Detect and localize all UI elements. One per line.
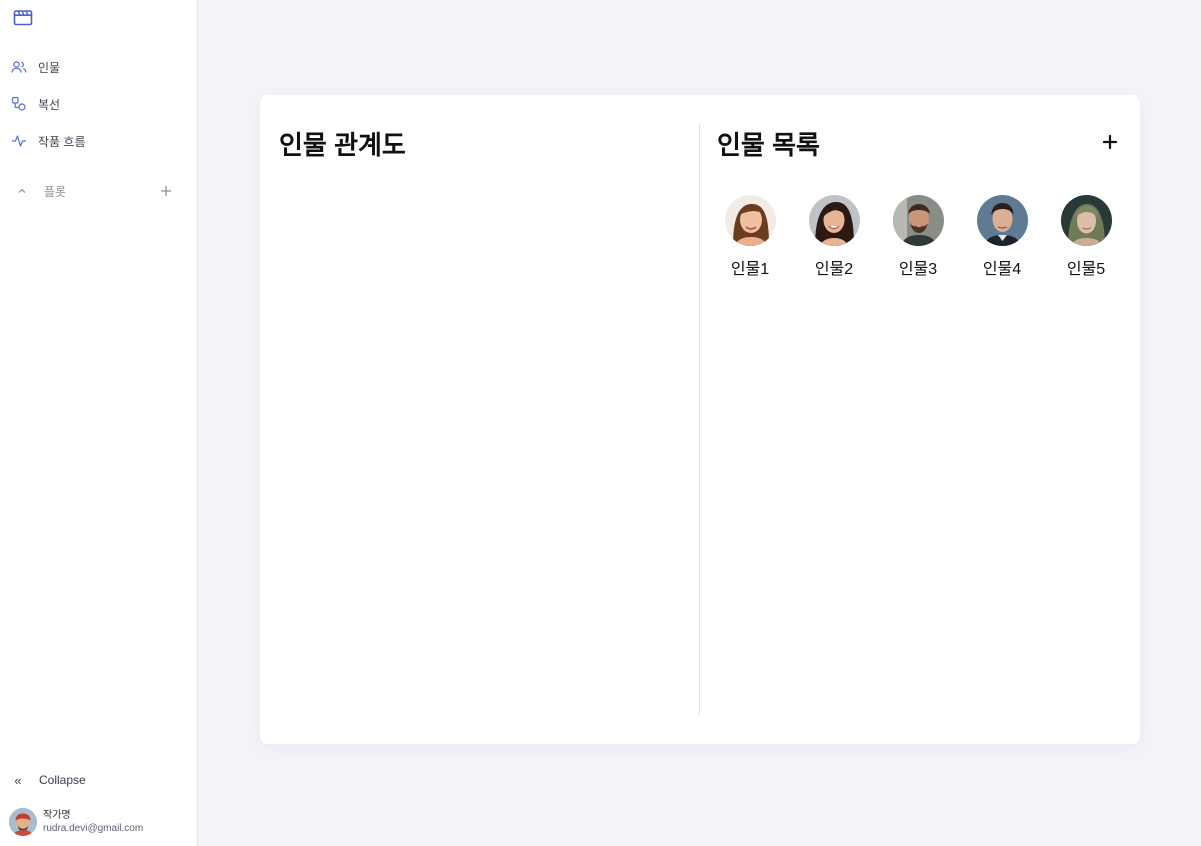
character-card[interactable]: 인물3 bbox=[886, 195, 950, 279]
pulse-icon bbox=[10, 132, 28, 150]
panel-divider bbox=[699, 124, 700, 715]
user-email: rudra.devi@gmail.com bbox=[43, 823, 144, 834]
character-name: 인물2 bbox=[814, 261, 854, 278]
user-info: 작가명 rudra.devi@gmail.com bbox=[43, 809, 143, 835]
character-card[interactable]: 인물1 bbox=[718, 195, 782, 279]
clapperboard-icon[interactable] bbox=[13, 8, 33, 26]
character-avatar bbox=[976, 195, 1028, 246]
add-plot-button[interactable] bbox=[158, 183, 174, 199]
chevron-up-icon[interactable] bbox=[14, 183, 30, 199]
sidebar-item-foreshadowing[interactable]: 복선 bbox=[8, 91, 188, 117]
plot-section-label: 플롯 bbox=[44, 184, 67, 199]
main-card: 인물 관계도 인물 목록 인물1 인물2 인물3 인물4 인물5 bbox=[260, 95, 1140, 744]
shapes-icon bbox=[10, 95, 28, 113]
character-avatar bbox=[1060, 195, 1112, 246]
avatar[interactable] bbox=[9, 808, 37, 836]
sidebar: 인물 복선 작품 흐름 플롯 « Collapse 작가명 rudra.devi… bbox=[0, 0, 198, 846]
character-avatar bbox=[892, 195, 944, 246]
character-name: 인물5 bbox=[1066, 261, 1106, 278]
character-list-title: 인물 목록 bbox=[717, 130, 820, 160]
sidebar-item-label: 복선 bbox=[38, 97, 61, 112]
character-card[interactable]: 인물5 bbox=[1054, 195, 1118, 279]
character-avatar bbox=[724, 195, 776, 246]
collapse-button[interactable]: « Collapse bbox=[10, 770, 86, 790]
people-icon bbox=[10, 58, 28, 76]
character-name: 인물4 bbox=[982, 261, 1022, 278]
app-root: 인물 복선 작품 흐름 플롯 « Collapse 작가명 rudra.devi… bbox=[0, 0, 1201, 846]
character-name: 인물3 bbox=[898, 261, 938, 278]
sidebar-item-people[interactable]: 인물 bbox=[8, 54, 188, 80]
user-name: 작가명 bbox=[43, 810, 71, 821]
relationship-map-title: 인물 관계도 bbox=[279, 130, 406, 160]
plot-section-header: 플롯 bbox=[14, 180, 174, 202]
character-list: 인물1 인물2 인물3 인물4 인물5 bbox=[722, 195, 1122, 285]
sidebar-item-label: 작품 흐름 bbox=[38, 134, 86, 149]
character-card[interactable]: 인물4 bbox=[970, 195, 1034, 279]
sidebar-item-story-flow[interactable]: 작품 흐름 bbox=[8, 128, 188, 154]
user-profile: 작가명 rudra.devi@gmail.com bbox=[9, 808, 143, 836]
add-character-button[interactable] bbox=[1101, 133, 1119, 151]
character-name: 인물1 bbox=[730, 261, 770, 278]
collapse-label: Collapse bbox=[39, 773, 86, 787]
character-card[interactable]: 인물2 bbox=[802, 195, 866, 279]
sidebar-item-label: 인물 bbox=[38, 60, 61, 75]
double-chevron-left-icon: « bbox=[14, 772, 22, 788]
character-avatar bbox=[808, 195, 860, 246]
